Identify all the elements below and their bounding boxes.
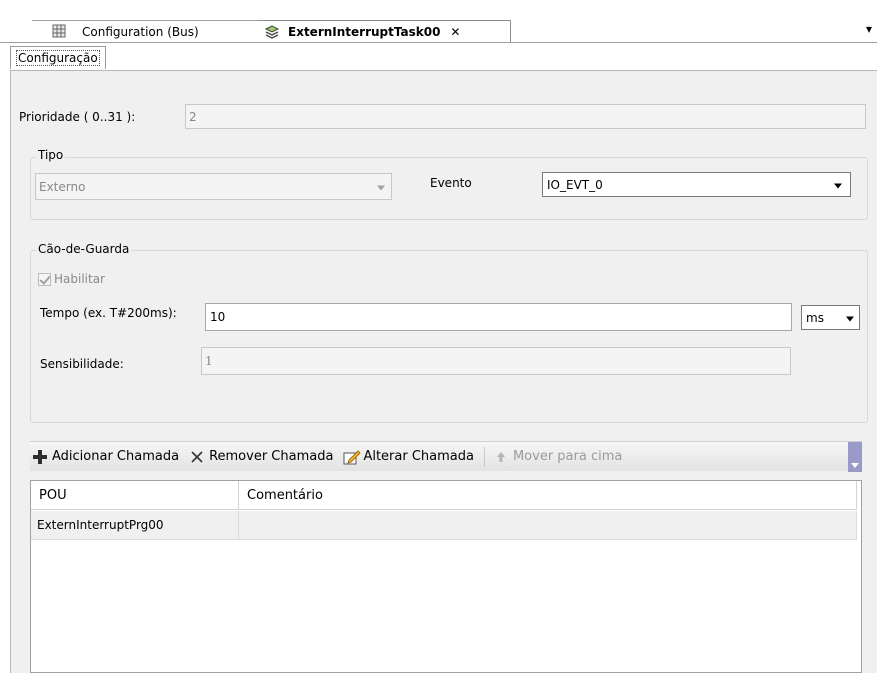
edit-call-label: Alterar Chamada [363, 449, 474, 464]
type-select[interactable]: Externo [35, 173, 392, 200]
chevron-down-icon[interactable]: ▾ [866, 22, 872, 36]
editor-tab-bar: Configuration (Bus) ExternInterruptTask0… [0, 0, 877, 43]
move-up-label: Mover para cima [512, 449, 623, 464]
chevron-down-icon [851, 463, 859, 468]
chevron-down-icon [377, 185, 385, 190]
move-up-button[interactable]: Mover para cima [493, 449, 622, 465]
tab-configuracao[interactable]: Configuração [10, 46, 106, 69]
column-header-pou[interactable]: POU [31, 481, 239, 510]
event-value: IO_EVT_0 [547, 177, 603, 192]
add-call-label: Adicionar Chamada [52, 449, 180, 464]
tab-divider [0, 42, 877, 43]
task-stack-icon [264, 24, 280, 40]
cell-pou: ExternInterruptPrg00 [31, 511, 239, 539]
tipo-group-label: Tipo [36, 148, 66, 162]
enable-checkbox[interactable]: Habilitar [38, 272, 105, 286]
close-icon[interactable]: ✕ [450, 25, 460, 39]
time-value: 10 [210, 310, 226, 324]
add-call-button[interactable]: Adicionar Chamada [32, 449, 179, 465]
type-value: Externo [39, 179, 86, 194]
plus-icon [32, 449, 48, 465]
watchdog-group [30, 250, 868, 423]
arrow-up-icon [493, 449, 509, 465]
toolbar-overflow-button[interactable] [848, 442, 862, 472]
edit-call-button[interactable]: Alterar Chamada [343, 449, 474, 465]
toolbar-separator [483, 446, 485, 467]
priority-field[interactable]: 2 [185, 104, 866, 129]
edit-pencil-icon [343, 449, 362, 465]
enable-label: Habilitar [54, 272, 105, 286]
chevron-down-icon [834, 183, 842, 188]
grid-icon [52, 24, 68, 40]
time-label: Tempo (ex. T#200ms): [40, 306, 177, 320]
table-row[interactable]: ExternInterruptPrg00 [31, 511, 857, 540]
tab-configuration-bus[interactable]: Configuration (Bus) [32, 20, 262, 43]
chevron-down-icon [846, 316, 854, 321]
cell-comment [239, 511, 857, 539]
sensitivity-field[interactable]: 1 [201, 347, 791, 375]
watchdog-group-label: Cão-de-Guarda [36, 242, 132, 256]
time-input[interactable]: 10 [205, 303, 792, 331]
priority-value: 2 [189, 109, 197, 124]
checkbox-check-icon [38, 272, 51, 286]
event-label: Evento [430, 176, 472, 190]
remove-call-button[interactable]: Remover Chamada [189, 449, 333, 465]
subtab-label: Configuração [16, 50, 100, 66]
event-select[interactable]: IO_EVT_0 [542, 172, 851, 197]
unit-select[interactable]: ms [801, 305, 860, 330]
column-header-comment[interactable]: Comentário [239, 481, 857, 510]
unit-value: ms [806, 310, 824, 325]
remove-call-label: Remover Chamada [209, 449, 334, 464]
close-icon [189, 449, 205, 465]
tab-label: ExternInterruptTask00 [288, 25, 441, 39]
tab-label: Configuration (Bus) [82, 25, 199, 39]
sensitivity-value: 1 [205, 354, 213, 368]
calls-table: POU Comentário ExternInterruptPrg00 [30, 480, 862, 673]
sensitivity-label: Sensibilidade: [40, 357, 124, 371]
tab-extern-interrupt-task[interactable]: ExternInterruptTask00 ✕ [258, 20, 511, 43]
priority-label: Prioridade ( 0..31 ): [19, 110, 136, 124]
call-toolbar: Adicionar Chamada Remover Chamada Altera… [30, 441, 862, 472]
